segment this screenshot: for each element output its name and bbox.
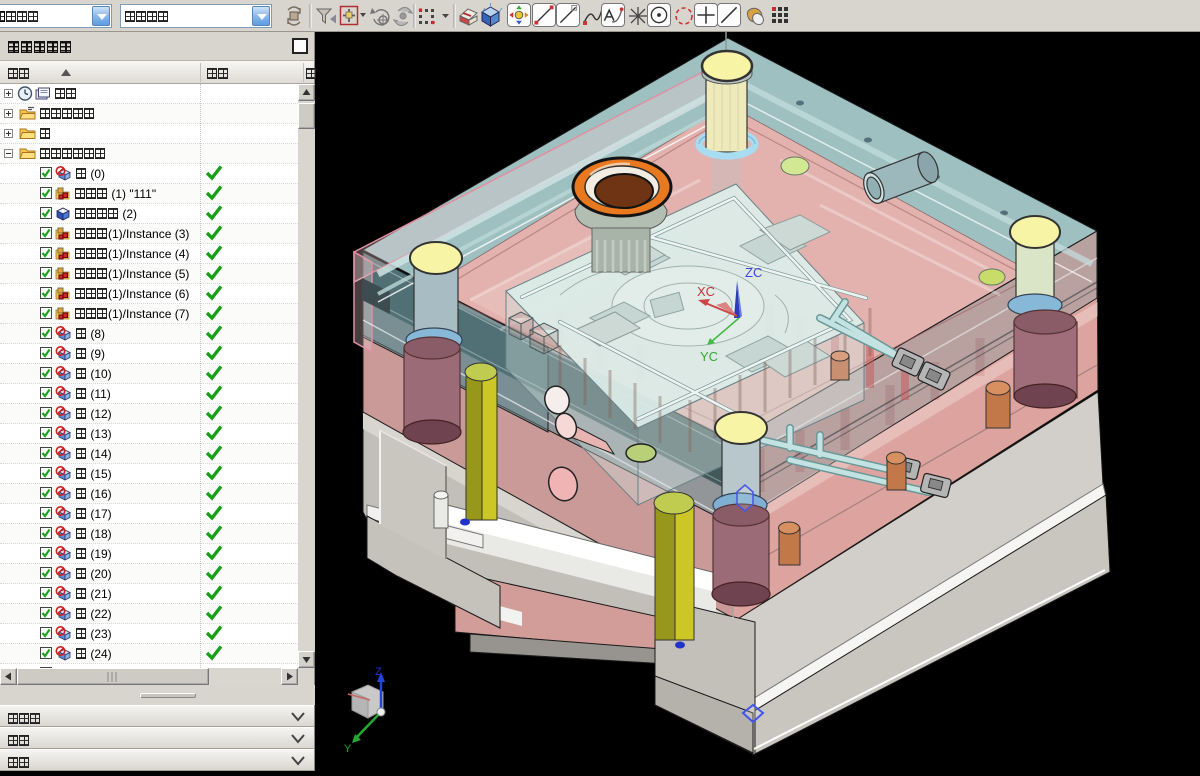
svg-text:Z: Z xyxy=(375,666,382,678)
svg-text:XC: XC xyxy=(697,284,715,299)
svg-text:Y: Y xyxy=(344,743,352,755)
svg-text:ZC: ZC xyxy=(745,265,762,280)
svg-text:YC: YC xyxy=(700,349,718,364)
